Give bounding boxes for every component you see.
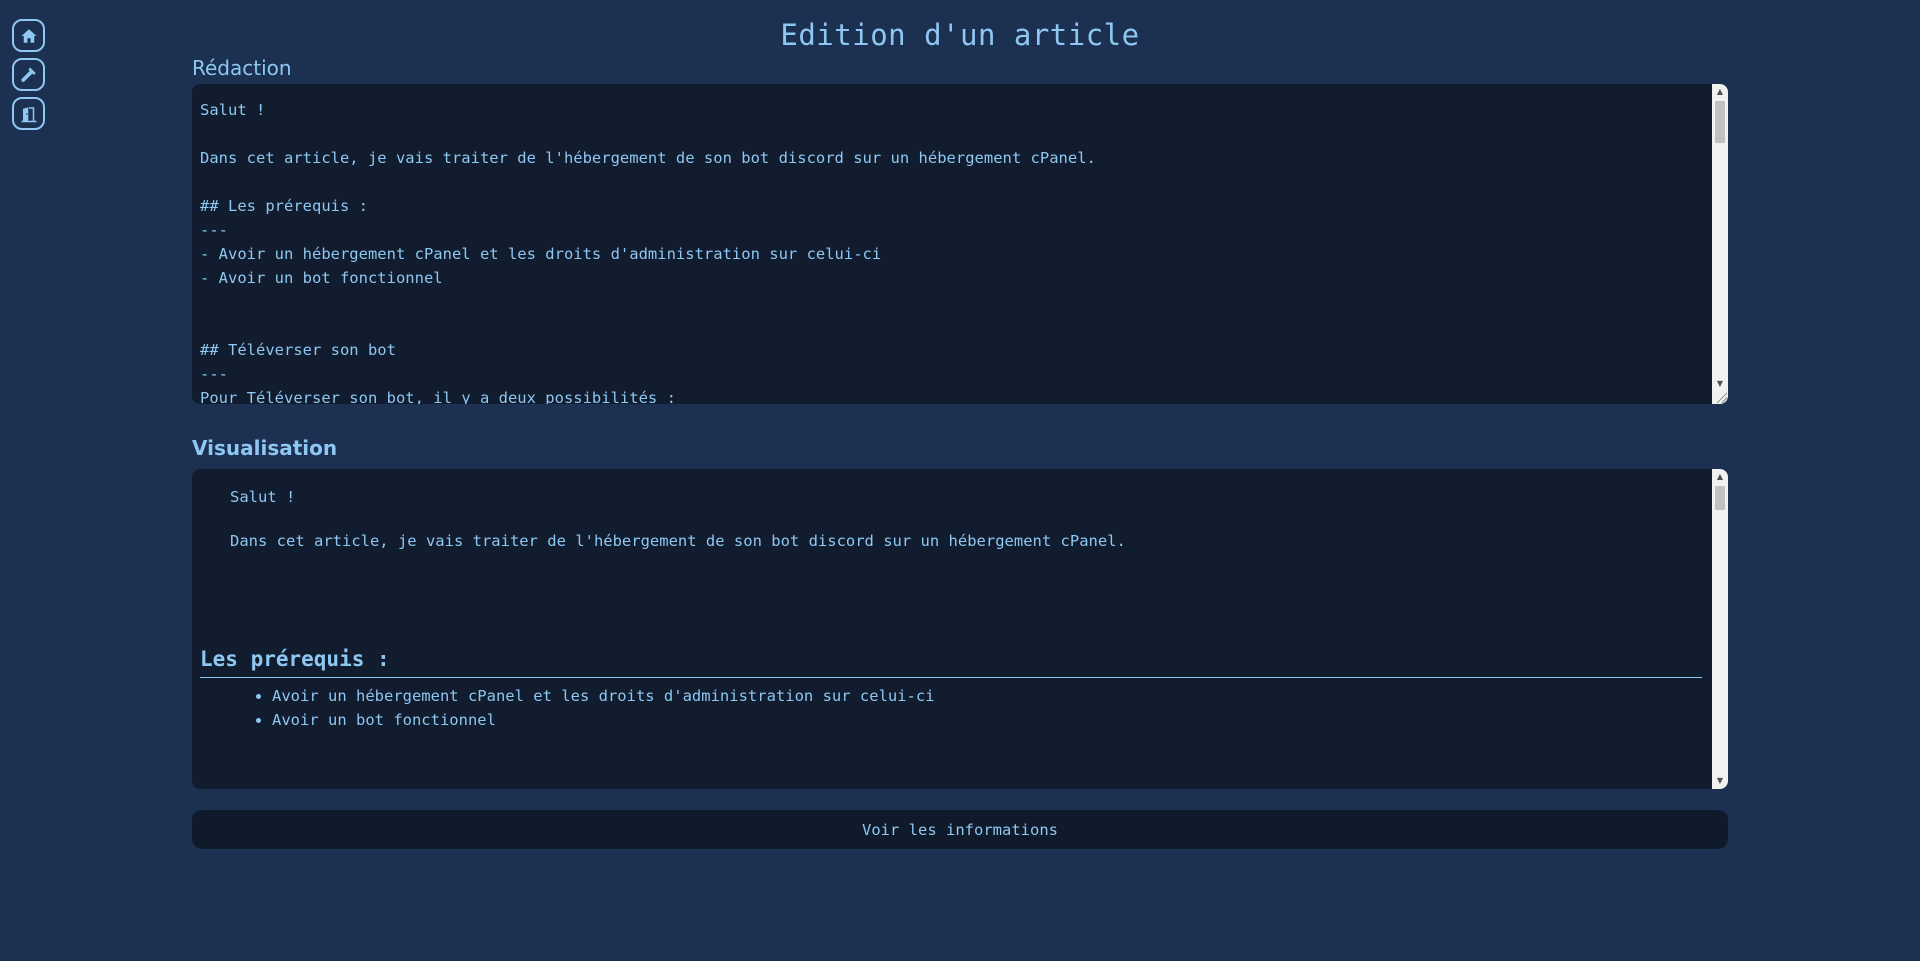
door-exit-icon <box>21 106 36 122</box>
page-title: Edition d'un article <box>780 18 1140 52</box>
preview-label: Visualisation <box>192 436 338 460</box>
scroll-up-icon[interactable]: ▲ <box>1712 469 1728 483</box>
editor-scrollbar[interactable]: ▲ ▼ <box>1712 84 1728 404</box>
view-info-button[interactable]: Voir les informations <box>192 810 1728 849</box>
tools-button[interactable] <box>12 58 45 91</box>
editor-label: Rédaction <box>192 56 292 80</box>
scroll-down-icon[interactable]: ▼ <box>1712 773 1728 787</box>
preview-paragraph: Dans cet article, je vais traiter de l'h… <box>230 532 1126 550</box>
preview-scrollbar[interactable]: ▲ ▼ <box>1712 469 1728 789</box>
scroll-thumb[interactable] <box>1715 101 1725 143</box>
resize-handle-icon[interactable] <box>1715 391 1727 403</box>
markdown-editor[interactable]: Salut ! Dans cet article, je vais traite… <box>192 84 1728 404</box>
scroll-thumb[interactable] <box>1715 486 1725 510</box>
scroll-up-icon[interactable]: ▲ <box>1712 84 1728 98</box>
preview-paragraph: Salut ! <box>230 488 296 506</box>
scroll-down-icon[interactable]: ▼ <box>1712 376 1728 390</box>
list-item: Avoir un hébergement cPanel et les droit… <box>272 684 1702 708</box>
preview-list: Avoir un hébergement cPanel et les droit… <box>200 684 1702 732</box>
editor-textarea[interactable]: Salut ! Dans cet article, je vais traite… <box>192 84 1728 404</box>
preview-heading: Les prérequis : <box>200 647 1702 678</box>
list-item: Avoir un bot fonctionnel <box>272 708 1702 732</box>
markdown-preview: Salut ! Dans cet article, je vais traite… <box>192 469 1728 789</box>
hammer-icon <box>20 67 36 82</box>
preview-content: Salut ! Dans cet article, je vais traite… <box>192 469 1728 732</box>
logout-button[interactable] <box>12 97 45 130</box>
